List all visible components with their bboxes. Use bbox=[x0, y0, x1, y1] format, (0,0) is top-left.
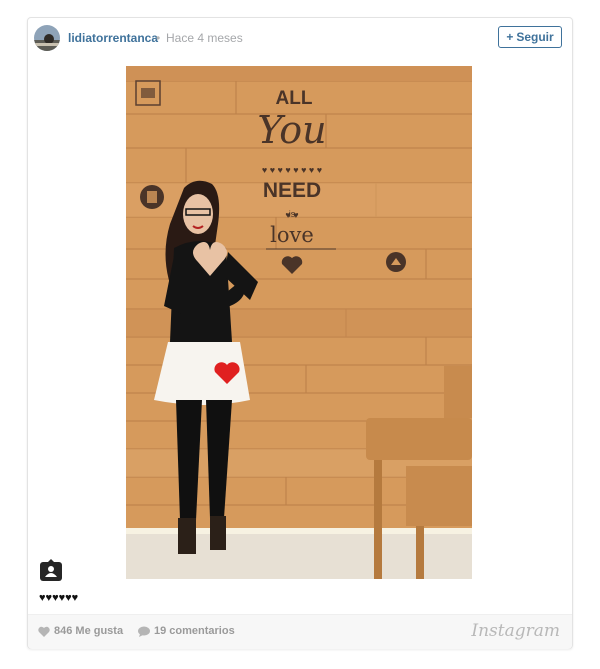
follow-button[interactable]: + Seguir bbox=[498, 26, 562, 48]
wall-text-need: NEED bbox=[263, 179, 321, 202]
heart-icon bbox=[38, 626, 50, 637]
header-separator: • bbox=[156, 31, 161, 45]
post-photo[interactable]: ALL You ♥ ♥ ♥ ♥ ♥ ♥ ♥ ♥ NEED ♥ ♥ is love bbox=[126, 66, 472, 579]
comments-label: 19 comentarios bbox=[154, 625, 235, 637]
likes-label: 846 Me gusta bbox=[54, 625, 124, 637]
user-avatar[interactable] bbox=[34, 25, 60, 51]
plus-icon: + bbox=[506, 30, 514, 44]
post-caption: ♥♥♥♥♥♥ bbox=[39, 592, 79, 604]
post-timestamp[interactable]: Hace 4 meses bbox=[166, 31, 243, 45]
instagram-post-card: lidiatorrentanca • Hace 4 meses + Seguir bbox=[27, 17, 573, 649]
instagram-logo[interactable]: Instagram bbox=[471, 621, 560, 641]
post-photo-illustration: ALL You ♥ ♥ ♥ ♥ ♥ ♥ ♥ ♥ NEED ♥ ♥ is love bbox=[126, 66, 472, 579]
username-link[interactable]: lidiatorrentanca bbox=[68, 31, 158, 45]
likes-count[interactable]: 846 Me gusta bbox=[38, 625, 123, 637]
wall-text-is: is bbox=[289, 209, 296, 219]
wall-text-you: You bbox=[257, 108, 326, 152]
wall-text-love: love bbox=[270, 223, 314, 247]
tagged-users-icon[interactable] bbox=[40, 559, 62, 581]
post-header: lidiatorrentanca • Hace 4 meses + Seguir bbox=[28, 18, 572, 58]
follow-button-label: Seguir bbox=[516, 30, 554, 44]
comments-count[interactable]: 19 comentarios bbox=[138, 625, 235, 637]
post-footer: 846 Me gusta 19 comentarios Instagram bbox=[28, 614, 572, 649]
comment-bubble-icon bbox=[138, 626, 150, 637]
avatar-image bbox=[34, 25, 60, 51]
wall-text-all: ALL bbox=[276, 88, 313, 109]
wall-hearts-row: ♥ ♥ ♥ ♥ ♥ ♥ ♥ ♥ bbox=[262, 165, 322, 175]
